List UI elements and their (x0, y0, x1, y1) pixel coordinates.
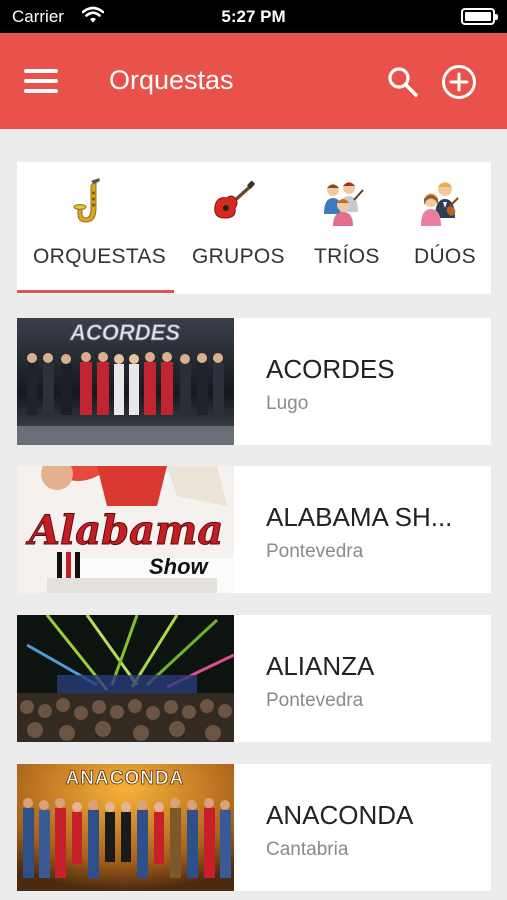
thumb-subtitle: Show (149, 554, 210, 579)
orchestra-photo: Alabama Show (17, 466, 234, 593)
electric-guitar-icon (214, 180, 255, 219)
status-bar: Carrier 5:27 PM (0, 0, 507, 33)
tab-label: DÚOS (414, 245, 476, 268)
list-item[interactable]: Alabama Show ALABAMA SH... Pontevedra (17, 466, 491, 593)
thumb-title: ANACONDA (66, 768, 185, 789)
tab-orquestas[interactable]: ORQUESTAS (17, 162, 174, 294)
orchestra-name: ACORDES (266, 354, 395, 384)
orchestra-name: ANACONDA (266, 800, 414, 830)
orchestra-location: Pontevedra (266, 690, 364, 711)
list-item[interactable]: ANACONDA ANACONDA Cantabria (17, 764, 491, 891)
orchestra-location: Pontevedra (266, 541, 364, 562)
tab-label: TRÍOS (314, 245, 380, 268)
category-tabs: ORQUESTAS GRUPOS TRÍOS DÚOS (17, 162, 491, 294)
orchestra-photo: ANACONDA (17, 764, 234, 891)
orchestra-location: Cantabria (266, 839, 349, 860)
saxophone-icon (73, 178, 100, 223)
orchestra-name: ALIANZA (266, 651, 375, 681)
orchestra-photo: ACORDES (17, 318, 234, 445)
battery-icon (461, 8, 498, 25)
tab-duos[interactable]: DÚOS (394, 162, 491, 294)
duo-musicians-icon (421, 182, 459, 226)
selected-tab-indicator (17, 290, 174, 293)
menu-icon[interactable] (24, 69, 58, 95)
tab-trios[interactable]: TRÍOS (294, 162, 394, 294)
orchestra-photo (17, 615, 234, 742)
app-bar: Orquestas (0, 33, 507, 129)
list-item[interactable]: ALIANZA Pontevedra (17, 615, 491, 742)
trio-musicians-icon (324, 182, 364, 226)
orchestra-name: ALABAMA SH... (266, 502, 453, 532)
tab-label: GRUPOS (192, 245, 285, 268)
clock: 5:27 PM (221, 7, 286, 26)
search-icon[interactable] (386, 65, 420, 99)
add-circle-icon[interactable] (441, 64, 477, 100)
tab-grupos[interactable]: GRUPOS (174, 162, 294, 294)
page-title: Orquestas (109, 65, 234, 95)
thumb-title: ACORDES (69, 320, 180, 345)
thumb-title: Alabama (25, 507, 223, 554)
tab-label: ORQUESTAS (33, 245, 166, 268)
list-item[interactable]: ACORDES ACORDES Lugo (17, 318, 491, 445)
orchestra-location: Lugo (266, 393, 309, 414)
